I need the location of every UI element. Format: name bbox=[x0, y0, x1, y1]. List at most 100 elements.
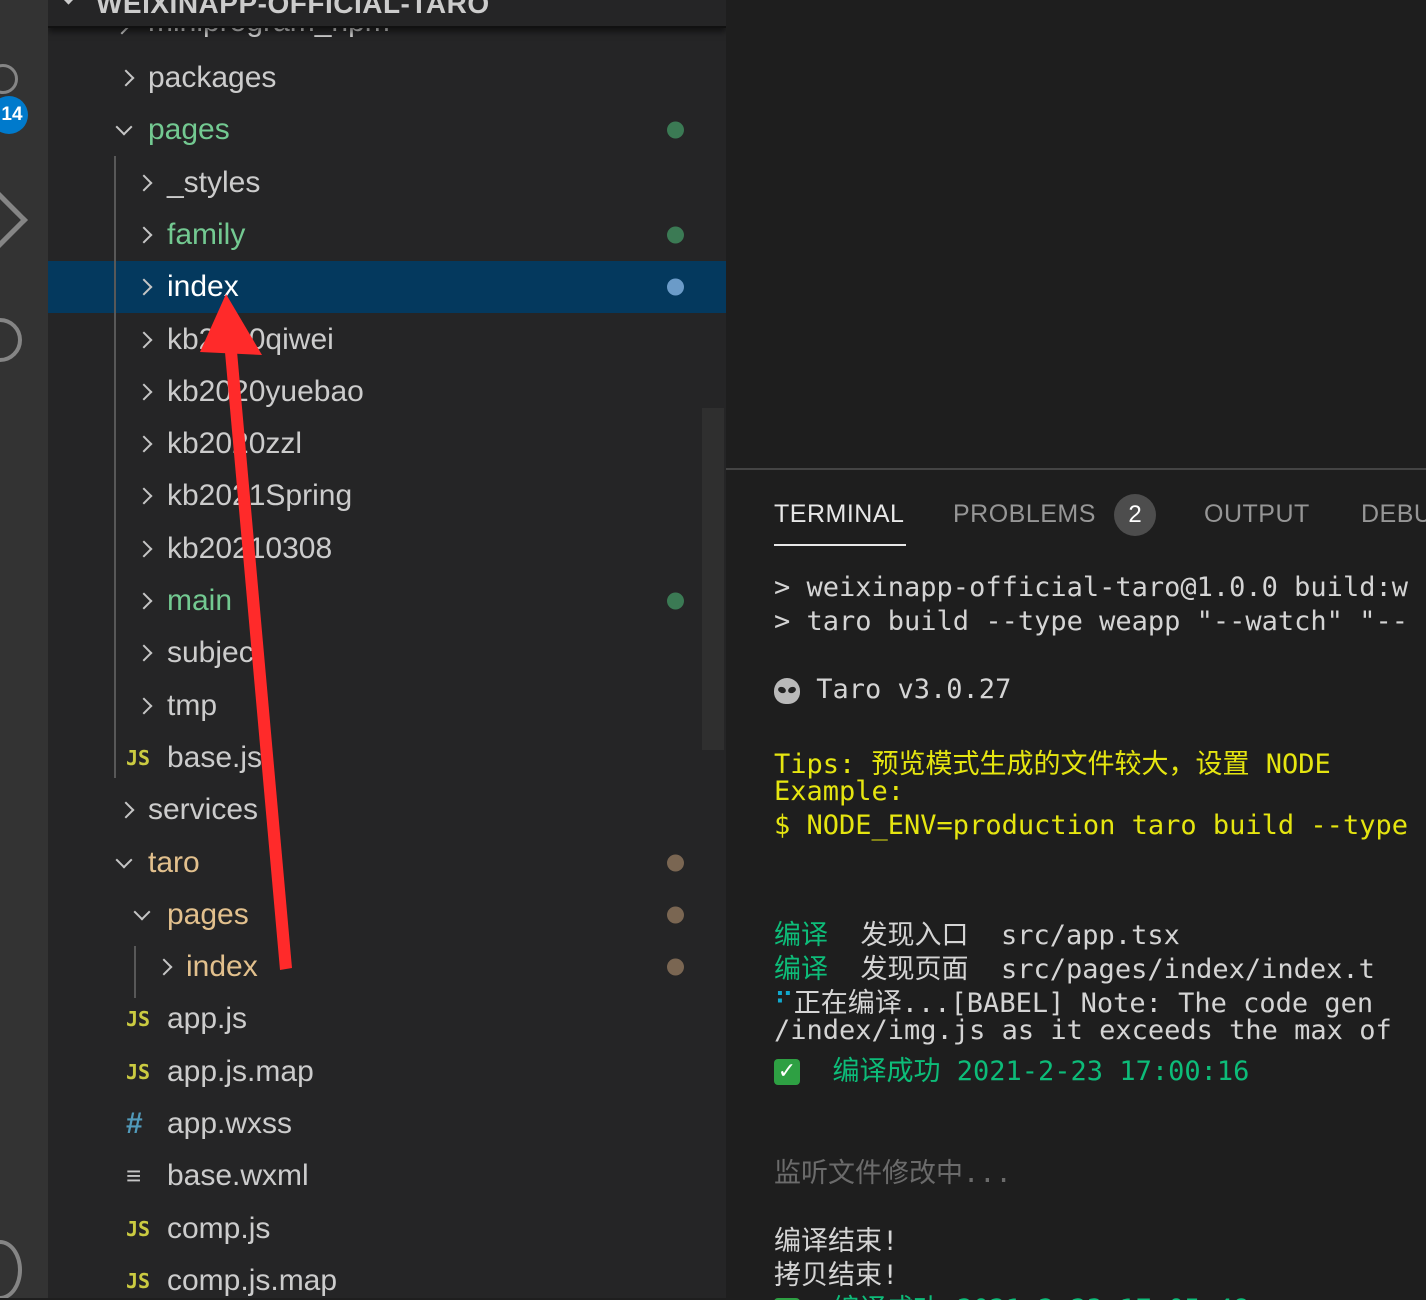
js-icon: JS bbox=[126, 745, 151, 770]
tree-file[interactable]: JS comp.js.map bbox=[48, 1255, 726, 1298]
tree-folder[interactable]: pages bbox=[48, 889, 726, 941]
chevron-right-icon bbox=[135, 487, 153, 505]
tree-folder[interactable]: family bbox=[48, 209, 726, 261]
tree-folder[interactable]: services bbox=[48, 784, 726, 836]
tree-item-label: kb2020zzl bbox=[167, 427, 303, 461]
tab-output[interactable]: OUTPUT bbox=[1204, 500, 1310, 529]
tree-folder[interactable]: kb20210308 bbox=[48, 523, 726, 575]
js-icon: JS bbox=[126, 1216, 151, 1241]
chevron-down-icon bbox=[115, 118, 133, 136]
chevron-right-icon bbox=[135, 644, 153, 662]
explorer-section-header[interactable]: WEIXINAPP-OFFICIAL-TARO bbox=[48, 0, 726, 28]
terminal-text: > weixinapp-official-taro@1.0.0 build:w bbox=[774, 572, 1408, 603]
run-debug-icon[interactable] bbox=[0, 186, 28, 254]
check-icon: ✓ bbox=[774, 1059, 800, 1086]
tree-item-label: _styles bbox=[167, 165, 261, 199]
terminal-line: Example: bbox=[774, 776, 904, 807]
tree-item-label: comp.js bbox=[167, 1211, 271, 1245]
tree-item-label: app.wxss bbox=[167, 1107, 293, 1140]
terminal-line: > taro build --type weapp "--watch" "-- bbox=[774, 606, 1408, 637]
scrollbar-thumb[interactable] bbox=[702, 408, 724, 750]
tree-item-label: base.wxml bbox=[167, 1159, 309, 1193]
git-status-dot bbox=[667, 226, 684, 244]
tree-folder[interactable]: packages bbox=[48, 52, 726, 104]
lines-icon: ≡ bbox=[126, 1160, 142, 1191]
editor-area bbox=[726, 0, 1426, 468]
tree-item-label: index bbox=[186, 950, 258, 984]
hash-icon: # bbox=[126, 1107, 143, 1140]
tab-terminal[interactable]: TERMINAL bbox=[774, 500, 904, 529]
alien-icon bbox=[774, 677, 800, 704]
tree-item-label: tmp bbox=[167, 688, 218, 722]
terminal-text: /index/img.js as it exceeds the max of bbox=[774, 1014, 1392, 1046]
tree-item-label: kb2020qiwei bbox=[167, 322, 334, 356]
tree-item-label: app.js.map bbox=[167, 1054, 314, 1088]
chevron-right-icon bbox=[117, 69, 135, 87]
chevron-down-icon bbox=[56, 0, 81, 5]
tree-folder[interactable]: kb2020zzl bbox=[48, 418, 726, 470]
git-status-dot bbox=[667, 121, 684, 139]
terminal-line: ✓ 编译成功 2021-2-23 17:00:16 bbox=[774, 1049, 1249, 1088]
js-icon: JS bbox=[126, 1059, 151, 1084]
git-status-dot bbox=[667, 592, 684, 610]
chevron-right-icon bbox=[135, 278, 153, 296]
tree-item-label: kb20210308 bbox=[167, 531, 333, 565]
remote-explorer-icon[interactable] bbox=[0, 318, 22, 362]
terminal-text: Example: bbox=[774, 776, 905, 808]
tree-folder[interactable]: subject bbox=[48, 627, 726, 679]
terminal-line: Taro v3.0.27 bbox=[774, 674, 1011, 705]
tree-item-label: pages bbox=[148, 113, 230, 147]
terminal-line: ✓ 编译成功 2021-2-23 17:05:48 bbox=[774, 1287, 1249, 1300]
tree-item-label: family bbox=[167, 217, 246, 251]
source-control-badge: 14 bbox=[0, 96, 28, 134]
bottom-panel: TERMINAL PROBLEMS 2 OUTPUT DEBU > weixin… bbox=[726, 468, 1426, 1300]
tree-item-label: packages bbox=[148, 61, 277, 94]
tree-folder[interactable]: pages bbox=[48, 104, 726, 156]
source-control-icon[interactable] bbox=[0, 64, 18, 94]
tree-folder[interactable]: main bbox=[48, 575, 726, 627]
terminal-line: 监听文件修改中... bbox=[774, 1151, 1012, 1190]
chevron-down-icon bbox=[115, 851, 133, 868]
tree-file[interactable]: JS base.js bbox=[48, 732, 726, 784]
chevron-right-icon bbox=[135, 331, 153, 348]
explorer-sidebar: WEIXINAPP-OFFICIAL-TARO miniprogram_npm … bbox=[48, 0, 726, 1298]
tree-item-label: kb2020yuebao bbox=[167, 374, 364, 408]
chevron-down-icon bbox=[133, 903, 151, 921]
tree-folder[interactable]: kb2020yuebao bbox=[48, 366, 726, 418]
git-status-dot bbox=[667, 854, 684, 871]
tab-debug-console[interactable]: DEBU bbox=[1361, 500, 1426, 529]
terminal-text: $ NODE_ENV=production taro build --type bbox=[774, 810, 1408, 842]
tree-file[interactable]: ≡ base.wxml bbox=[48, 1150, 726, 1202]
tree-file[interactable]: # app.wxss bbox=[48, 1098, 726, 1150]
tree-folder[interactable]: _styles bbox=[48, 157, 726, 209]
tree-folder[interactable]: index bbox=[48, 941, 726, 993]
tab-problems[interactable]: PROBLEMS bbox=[953, 500, 1096, 529]
chevron-right-icon bbox=[135, 383, 153, 401]
activity-bar: 14 bbox=[0, 0, 48, 1298]
chevron-right-icon bbox=[117, 801, 135, 819]
tree-item-label: services bbox=[148, 793, 259, 827]
tree-folder[interactable]: kb2020qiwei bbox=[48, 314, 726, 366]
indent-guide bbox=[134, 946, 136, 998]
tree-item-label: main bbox=[167, 584, 233, 617]
js-icon: JS bbox=[126, 1268, 151, 1293]
tree-item-label: taro bbox=[148, 845, 200, 879]
tree-file[interactable]: JS app.js.map bbox=[48, 1046, 726, 1098]
terminal-line: /index/img.js as it exceeds the max of bbox=[774, 1015, 1392, 1046]
tree-folder[interactable]: index bbox=[48, 261, 726, 314]
git-status-dot bbox=[667, 906, 684, 924]
tree-folder[interactable]: kb2021Spring bbox=[48, 470, 726, 522]
git-status-dot bbox=[667, 278, 684, 296]
tree-file[interactable]: JS app.js bbox=[48, 993, 726, 1045]
account-icon[interactable] bbox=[0, 1240, 22, 1298]
chevron-right-icon bbox=[135, 592, 153, 610]
tree-folder[interactable]: taro bbox=[48, 837, 726, 889]
tree-folder[interactable]: tmp bbox=[48, 680, 726, 732]
terminal-text: > taro build --type weapp "--watch" "-- bbox=[774, 606, 1408, 638]
tree-file[interactable]: JS comp.js bbox=[48, 1203, 726, 1255]
terminal-text: Taro v3.0.27 bbox=[800, 674, 1012, 706]
tree-item-label: pages bbox=[167, 897, 249, 931]
terminal-line: > weixinapp-official-taro@1.0.0 build:w bbox=[774, 572, 1408, 603]
tree-item-label: index bbox=[167, 270, 239, 304]
tree-item-label: app.js bbox=[167, 1002, 248, 1036]
